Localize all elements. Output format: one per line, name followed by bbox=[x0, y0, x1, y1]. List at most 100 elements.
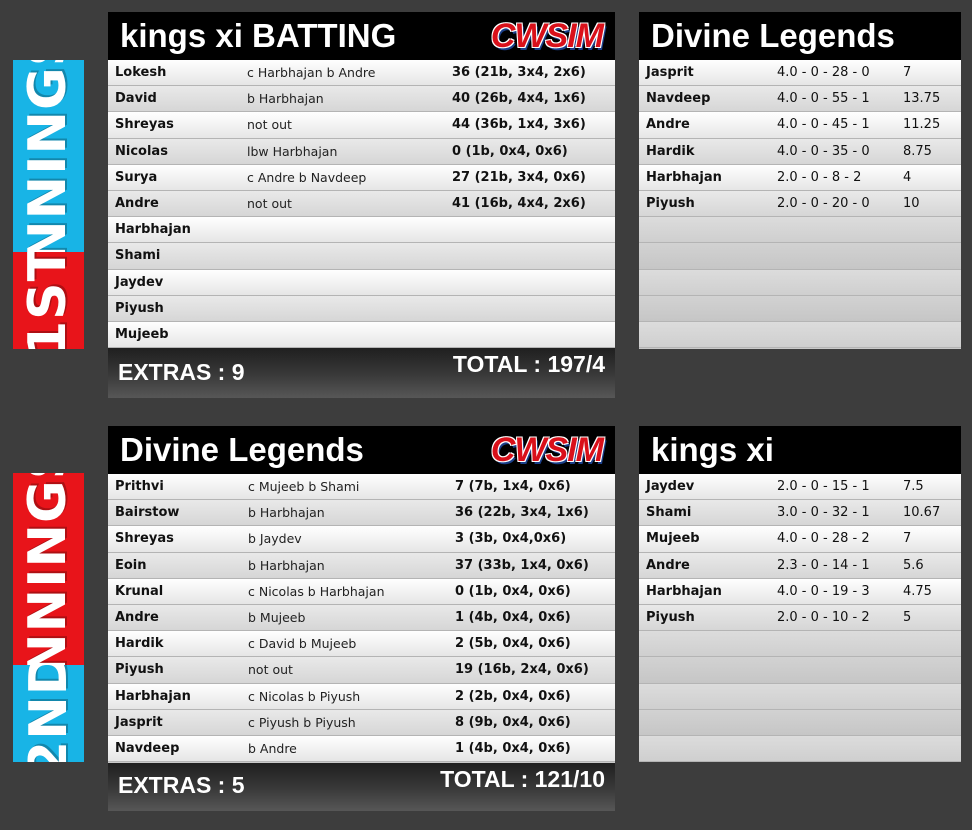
batsman-name: Piyush bbox=[115, 662, 164, 678]
batting-footer: EXTRAS : 5 TOTAL : 121/10 bbox=[108, 763, 615, 811]
bowler-name: Harbhajan bbox=[646, 169, 722, 185]
bowler-name: Andre bbox=[646, 117, 690, 133]
empty-row bbox=[639, 683, 961, 710]
batsman-score: 7 (7b, 1x4, 0x6) bbox=[455, 479, 571, 495]
bowling-figures: 4.0 - 0 - 55 - 1 bbox=[777, 91, 870, 107]
bowler-name: Navdeep bbox=[646, 91, 711, 107]
empty-row bbox=[639, 657, 961, 684]
bowling-economy: 10.67 bbox=[903, 505, 941, 521]
dismissal-text: b Mujeeb bbox=[248, 610, 306, 626]
innings-text: INNINGS bbox=[18, 473, 79, 665]
batsman-name: Shreyas bbox=[115, 117, 174, 133]
batsman-score: 36 (22b, 3x4, 1x6) bbox=[455, 505, 589, 521]
bowling-economy: 7 bbox=[903, 65, 912, 81]
dismissal-text: c Mujeeb b Shami bbox=[248, 479, 360, 495]
batsman-row: Andre b Mujeeb 1 (4b, 0x4, 0x6) bbox=[108, 604, 615, 632]
dismissal-text: c Piyush b Piyush bbox=[248, 714, 356, 730]
bowling-economy: 10 bbox=[903, 196, 920, 212]
bowling-figures: 2.0 - 0 - 15 - 1 bbox=[777, 479, 870, 495]
batting-title: kings xi BATTING bbox=[120, 17, 397, 54]
bowler-row: Harbhajan 4.0 - 0 - 19 - 3 4.75 bbox=[639, 578, 961, 605]
batsman-score: 1 (4b, 0x4, 0x6) bbox=[455, 740, 571, 756]
first-innings-word: INNINGS bbox=[13, 60, 84, 252]
batsman-name: Jaydev bbox=[115, 274, 164, 290]
batting-rows: Lokesh c Harbhajan b Andre 36 (21b, 3x4, 2… bbox=[108, 60, 615, 349]
bowler-row: Harbhajan 2.0 - 0 - 8 - 2 4 bbox=[639, 164, 961, 191]
batsman-name: Hardik bbox=[115, 636, 164, 652]
batsman-name: Navdeep bbox=[115, 740, 180, 756]
dismissal-text: b Harbhajan bbox=[248, 505, 325, 521]
batsman-row: Lokesh c Harbhajan b Andre 36 (21b, 3x4, 2… bbox=[108, 60, 615, 87]
dismissal-text: c Andre b Navdeep bbox=[247, 169, 367, 185]
bowling-figures: 4.0 - 0 - 28 - 2 bbox=[777, 531, 870, 547]
batsman-row: Shami bbox=[108, 243, 615, 270]
second-innings-word: INNINGS bbox=[13, 473, 84, 665]
batsman-score: 41 (16b, 4x4, 2x6) bbox=[452, 196, 586, 212]
empty-row bbox=[639, 269, 961, 296]
first-innings-bowling-panel: Divine Legends Jasprit 4.0 - 0 - 28 - 0 7 N… bbox=[639, 12, 961, 349]
batsman-row: Shreyas not out 44 (36b, 1x4, 3x6) bbox=[108, 112, 615, 139]
dismissal-text: b Jaydev bbox=[248, 531, 302, 547]
bowling-title: Divine Legends bbox=[651, 17, 895, 54]
bowling-figures: 2.0 - 0 - 8 - 2 bbox=[777, 169, 862, 185]
bowling-figures: 2.0 - 0 - 10 - 2 bbox=[777, 610, 870, 626]
batsman-name: Mujeeb bbox=[115, 326, 169, 342]
second-innings-batting-panel: Divine Legends CWSIM Prithvi c Mujeeb b S… bbox=[108, 426, 615, 811]
batsman-name: Andre bbox=[115, 196, 159, 212]
bowler-row: Hardik 4.0 - 0 - 35 - 0 8.75 bbox=[639, 138, 961, 165]
empty-row bbox=[639, 295, 961, 322]
batsman-row: Bairstow b Harbhajan 36 (22b, 3x4, 1x6) bbox=[108, 500, 615, 527]
second-innings-number: 2ND bbox=[13, 665, 84, 762]
batsman-name: Lokesh bbox=[115, 65, 167, 81]
batsman-row: Surya c Andre b Navdeep 27 (21b, 3x4, 0x6) bbox=[108, 164, 615, 191]
batsman-score: 0 (1b, 0x4, 0x6) bbox=[452, 143, 568, 159]
bowling-figures: 2.0 - 0 - 20 - 0 bbox=[777, 196, 870, 212]
dismissal-text: not out bbox=[247, 196, 292, 212]
batsman-score: 8 (9b, 0x4, 0x6) bbox=[455, 714, 571, 730]
batsman-row: Eoin b Harbhajan 37 (33b, 1x4, 0x6) bbox=[108, 552, 615, 579]
batsman-score: 40 (26b, 4x4, 1x6) bbox=[452, 91, 586, 107]
empty-row bbox=[639, 709, 961, 736]
bowler-name: Jaydev bbox=[646, 479, 695, 495]
bowling-economy: 4 bbox=[903, 169, 912, 185]
second-innings-bowling-panel: kings xi Jaydev 2.0 - 0 - 15 - 1 7.5 Shami 3… bbox=[639, 426, 961, 763]
batsman-score: 37 (33b, 1x4, 0x6) bbox=[455, 557, 589, 573]
batting-header: kings xi BATTING CWSIM bbox=[108, 12, 615, 60]
innings-number-text: 2ND bbox=[18, 665, 79, 762]
batsman-score: 2 (2b, 0x4, 0x6) bbox=[455, 688, 571, 704]
bowler-row: Jasprit 4.0 - 0 - 28 - 0 7 bbox=[639, 60, 961, 87]
batting-rows: Prithvi c Mujeeb b Shami 7 (7b, 1x4, 0x6) B… bbox=[108, 474, 615, 763]
batting-title: Divine Legends bbox=[120, 431, 364, 468]
batsman-name: Nicolas bbox=[115, 143, 168, 159]
batsman-name: Shami bbox=[115, 248, 161, 264]
extras-text: EXTRAS : 5 bbox=[118, 772, 245, 798]
total-text: TOTAL : 197/4 bbox=[452, 351, 605, 377]
batsman-row: Harbhajan bbox=[108, 217, 615, 244]
batsman-name: Jasprit bbox=[115, 714, 163, 730]
cwsim-logo: CWSIM bbox=[490, 431, 604, 469]
innings-number-text: 1ST bbox=[18, 252, 79, 349]
bowler-row: Piyush 2.0 - 0 - 20 - 0 10 bbox=[639, 190, 961, 218]
cwsim-logo: CWSIM bbox=[490, 17, 604, 55]
batsman-score: 36 (21b, 3x4, 2x6) bbox=[452, 65, 586, 81]
batsman-row: Mujeeb bbox=[108, 321, 615, 349]
batsman-name: Eoin bbox=[115, 557, 147, 573]
bowler-name: Shami bbox=[646, 505, 692, 521]
bowling-economy: 7.5 bbox=[903, 479, 924, 495]
second-innings-label: INNINGS 2ND bbox=[13, 473, 84, 762]
batsman-name: David bbox=[115, 91, 157, 107]
dismissal-text: b Andre bbox=[248, 740, 297, 756]
batsman-score: 2 (5b, 0x4, 0x6) bbox=[455, 636, 571, 652]
bowler-name: Piyush bbox=[646, 196, 695, 212]
bowler-name: Andre bbox=[646, 557, 690, 573]
batsman-row: Piyush bbox=[108, 295, 615, 322]
batsman-row: Jasprit c Piyush b Piyush 8 (9b, 0x4, 0x6) bbox=[108, 709, 615, 736]
batting-header: Divine Legends CWSIM bbox=[108, 426, 615, 474]
bowling-figures: 4.0 - 0 - 45 - 1 bbox=[777, 117, 870, 133]
dismissal-text: not out bbox=[248, 662, 293, 678]
batsman-name: Surya bbox=[115, 169, 158, 185]
bowler-row: Mujeeb 4.0 - 0 - 28 - 2 7 bbox=[639, 526, 961, 553]
batsman-score: 1 (4b, 0x4, 0x6) bbox=[455, 610, 571, 626]
bowling-figures: 4.0 - 0 - 35 - 0 bbox=[777, 143, 870, 159]
batsman-name: Andre bbox=[115, 610, 159, 626]
